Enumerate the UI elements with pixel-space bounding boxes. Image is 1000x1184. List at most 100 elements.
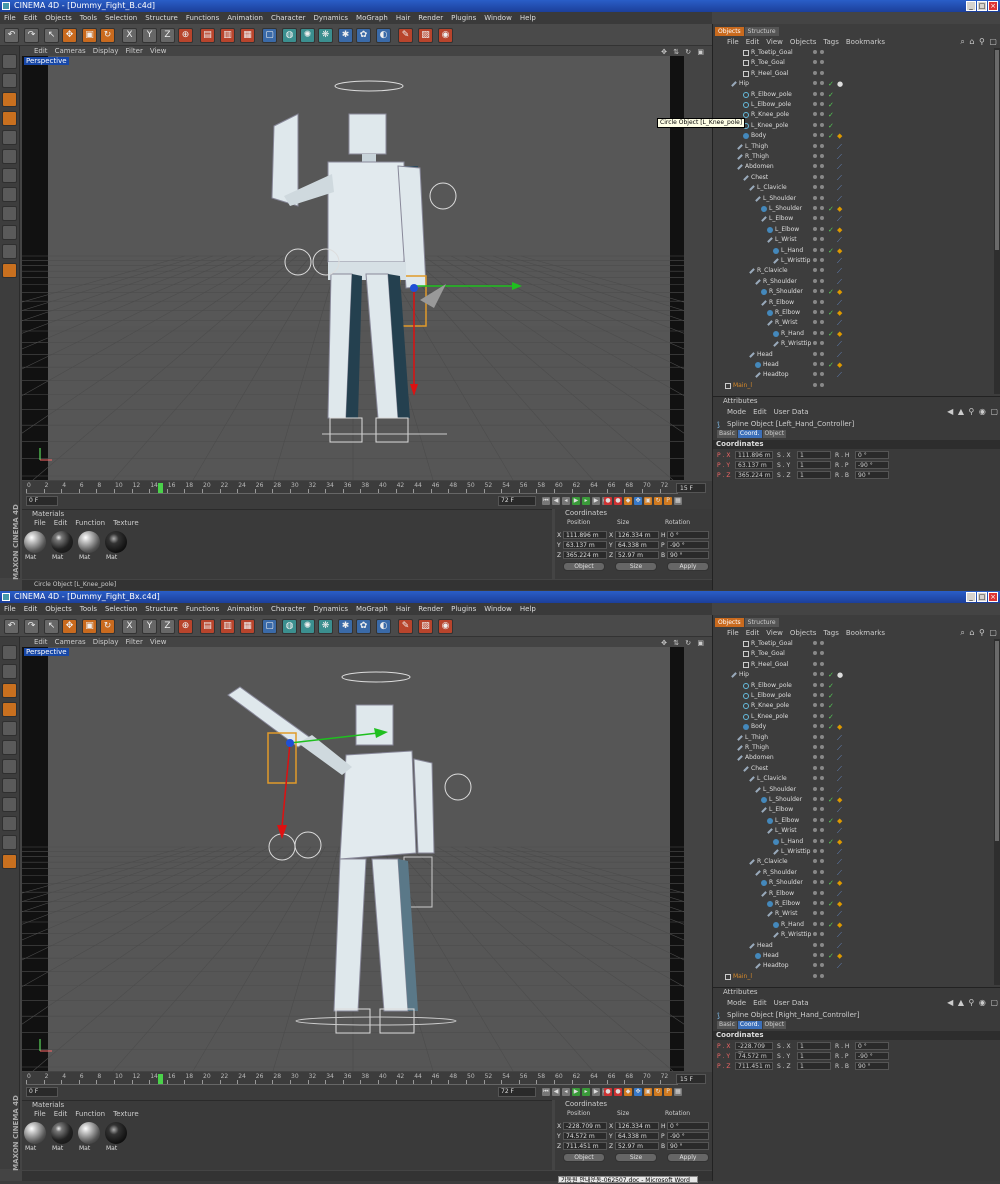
- enabled-check-icon[interactable]: ✓: [828, 225, 834, 235]
- x-axis-lock-icon[interactable]: X: [122, 28, 137, 43]
- object-menu-edit[interactable]: Edit: [746, 37, 760, 47]
- render-visibility-dot[interactable]: [820, 60, 824, 65]
- attributes-menu-user-data[interactable]: User Data: [774, 407, 809, 417]
- object-tree-scrollbar[interactable]: [994, 639, 1000, 985]
- render-visibility-dot[interactable]: [820, 713, 824, 718]
- render-visibility-dot[interactable]: [820, 661, 824, 666]
- attributes-menu-edit[interactable]: Edit: [753, 998, 767, 1008]
- array-icon[interactable]: ✺: [300, 28, 315, 43]
- editor-visibility-dot[interactable]: [813, 703, 817, 708]
- editor-visibility-dot[interactable]: [813, 268, 817, 273]
- rotate-tool-icon[interactable]: ↻: [100, 619, 115, 634]
- editor-visibility-dot[interactable]: [813, 963, 817, 968]
- editor-visibility-dot[interactable]: [813, 226, 817, 231]
- attr-scale-field[interactable]: 1: [797, 1052, 831, 1060]
- object-tree-row[interactable]: L_Elbow ⟋: [717, 805, 995, 815]
- render-visibility-dot[interactable]: [820, 786, 824, 791]
- enabled-check-icon[interactable]: ✓: [828, 701, 834, 711]
- enabled-check-icon[interactable]: ✓: [828, 712, 834, 722]
- edges-mode-icon[interactable]: [2, 702, 17, 717]
- object-menu-tags[interactable]: Tags: [823, 628, 839, 638]
- tag-icon[interactable]: ◆: [837, 308, 842, 318]
- editor-visibility-dot[interactable]: [813, 942, 817, 947]
- object-tree-row[interactable]: R_Wrist ⟋: [717, 318, 995, 328]
- param-key-icon[interactable]: P: [664, 1088, 672, 1096]
- size-z-field[interactable]: 52.97 m: [615, 551, 659, 559]
- render-visibility-dot[interactable]: [820, 838, 824, 843]
- texture-icon[interactable]: ▨: [418, 619, 433, 634]
- render-visibility-dot[interactable]: [820, 206, 824, 210]
- editor-visibility-dot[interactable]: [813, 143, 817, 148]
- render-visibility-dot[interactable]: [820, 807, 824, 812]
- menu-objects[interactable]: Objects: [45, 603, 71, 615]
- editor-visibility-dot[interactable]: [813, 195, 817, 200]
- position-y-field[interactable]: 74.572 m: [563, 1132, 607, 1140]
- rot-key-icon[interactable]: ↻: [654, 497, 662, 505]
- menu-hair[interactable]: Hair: [396, 12, 410, 24]
- render-visibility-dot[interactable]: [820, 651, 824, 656]
- editor-visibility-dot[interactable]: [813, 901, 817, 905]
- viewport-menu-view[interactable]: View: [150, 637, 167, 647]
- enabled-check-icon[interactable]: ✓: [828, 110, 834, 120]
- y-axis-lock-icon[interactable]: Y: [142, 28, 157, 43]
- editor-visibility-dot[interactable]: [813, 859, 817, 864]
- viewport-menu-edit[interactable]: Edit: [34, 46, 48, 56]
- tag-icon[interactable]: ◆: [837, 878, 842, 888]
- editor-visibility-dot[interactable]: [813, 70, 817, 75]
- material-swatch[interactable]: Mat: [24, 1122, 48, 1152]
- move-tool-icon[interactable]: ✥: [62, 28, 77, 43]
- undo-icon[interactable]: ↶: [4, 619, 19, 634]
- minimize-button[interactable]: _: [966, 1, 976, 11]
- record-icon[interactable]: ●: [604, 497, 612, 505]
- tag-icon[interactable]: ◉: [438, 28, 453, 43]
- render-visibility-dot[interactable]: [820, 973, 824, 978]
- camera-icon[interactable]: ✎: [398, 619, 413, 634]
- editor-visibility-dot[interactable]: [813, 786, 817, 791]
- object-tree-row[interactable]: Body ✓ ◆: [717, 722, 995, 732]
- object-menu-edit[interactable]: Edit: [746, 628, 760, 638]
- model-mode-icon[interactable]: [2, 645, 17, 660]
- render-visibility-dot[interactable]: [820, 154, 824, 158]
- viewport-menu-filter[interactable]: Filter: [126, 46, 143, 56]
- render-visibility-dot[interactable]: [820, 81, 824, 86]
- object-tree-row[interactable]: L_Wristtip ⟋: [717, 256, 995, 266]
- object-tree-row[interactable]: L_Wrist ⟋: [717, 826, 995, 836]
- tag-icon[interactable]: ◆: [837, 722, 842, 732]
- object-tree-row[interactable]: R_Thigh ⟋: [717, 152, 995, 162]
- object-tree-row[interactable]: R_Wristtip ⟋: [717, 930, 995, 940]
- play-icon[interactable]: ▶: [572, 497, 580, 505]
- goto-start-icon[interactable]: ⏮: [542, 1088, 550, 1096]
- search-icon[interactable]: ⌕ ⌂ ⚲ ▢: [960, 37, 998, 47]
- attr-rotation-field[interactable]: -90 °: [855, 1052, 889, 1060]
- texture-mode-icon[interactable]: [2, 168, 17, 183]
- object-menu-file[interactable]: File: [727, 37, 739, 47]
- editor-visibility-dot[interactable]: [813, 382, 817, 387]
- render-visibility-dot[interactable]: [820, 953, 824, 957]
- tab-objects[interactable]: Objects: [715, 27, 744, 36]
- render-visibility-dot[interactable]: [820, 268, 824, 273]
- object-tree-row[interactable]: Chest ⟋: [717, 173, 995, 183]
- object-tree-row[interactable]: R_Toetip_Goal: [717, 48, 995, 58]
- render-visibility-dot[interactable]: [820, 765, 824, 770]
- attr-position-field[interactable]: 74.572 m: [735, 1052, 773, 1060]
- object-tree-row[interactable]: R_Shoulder ⟋: [717, 868, 995, 878]
- tag-icon[interactable]: ◆: [837, 899, 842, 909]
- size-x-field[interactable]: 126.334 m: [615, 1122, 659, 1130]
- particle-icon[interactable]: ❋: [318, 28, 333, 43]
- object-tree-row[interactable]: R_Toetip_Goal: [717, 639, 995, 649]
- editor-visibility-dot[interactable]: [813, 372, 817, 377]
- ik-tag-icon[interactable]: ⟋: [837, 194, 842, 204]
- render-visibility-dot[interactable]: [820, 112, 824, 117]
- start-frame-field[interactable]: 0 F: [26, 496, 58, 506]
- render-visibility-dot[interactable]: [820, 817, 824, 822]
- object-menu-view[interactable]: View: [766, 37, 783, 47]
- object-tree-row[interactable]: Main_l: [717, 972, 995, 982]
- object-tree-row[interactable]: L_Knee_pole ✓: [717, 121, 995, 131]
- rot-key-icon[interactable]: ↻: [654, 1088, 662, 1096]
- attributes-menu-mode[interactable]: Mode: [727, 407, 746, 417]
- editor-visibility-dot[interactable]: [813, 289, 817, 294]
- position-x-field[interactable]: -228.709 m: [563, 1122, 607, 1130]
- object-tree-row[interactable]: R_Shoulder ⟋: [717, 277, 995, 287]
- scale-key-icon[interactable]: ▣: [644, 1088, 652, 1096]
- polygons-mode-icon[interactable]: [2, 721, 17, 736]
